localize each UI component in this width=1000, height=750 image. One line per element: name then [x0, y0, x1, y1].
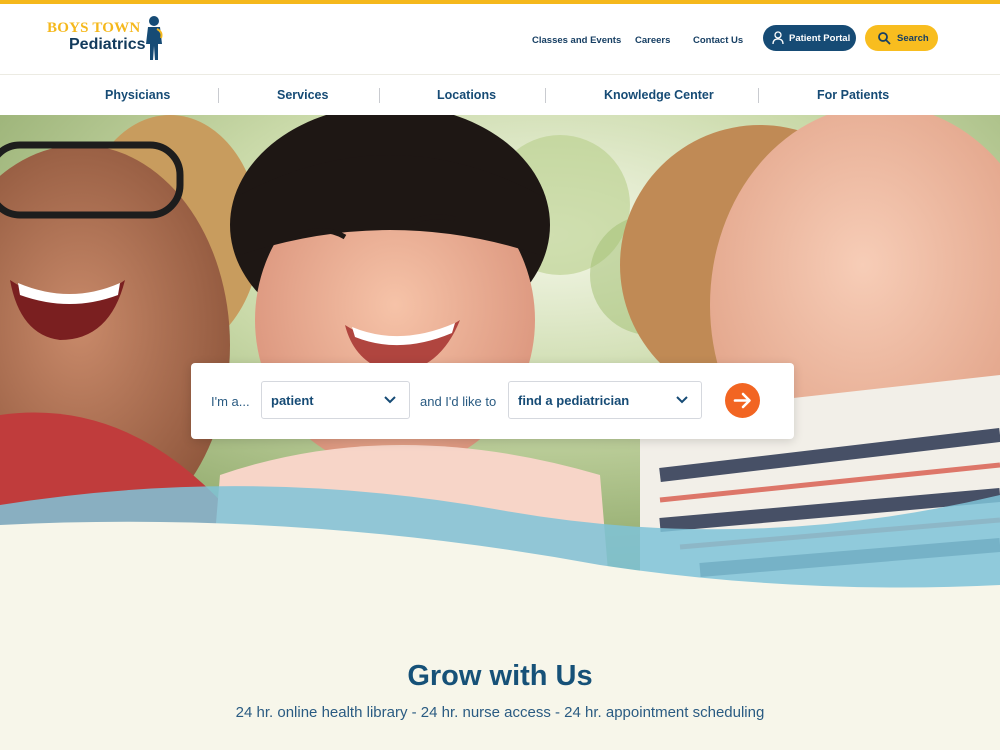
classes-and-events-link[interactable]: Classes and Events [532, 35, 621, 46]
user-icon [772, 31, 784, 45]
action-select-value: find a pediatrician [518, 393, 630, 408]
action-select[interactable]: find a pediatrician [508, 381, 702, 419]
logo-text-line1: BOYS TOWN [47, 20, 141, 36]
search-label: Search [897, 33, 929, 44]
nav-divider [379, 88, 380, 103]
site-header: BOYS TOWN Pediatrics Classes and Events … [0, 4, 1000, 74]
boys-town-pediatrics-logo[interactable]: BOYS TOWN Pediatrics [47, 14, 167, 66]
care-finder-bar: I'm a... patient and I'd like to find a … [191, 363, 794, 439]
boy-figure-icon [146, 16, 163, 60]
nav-item-physicians[interactable]: Physicians [105, 88, 170, 102]
nav-item-services[interactable]: Services [277, 88, 328, 102]
nav-item-knowledge-center[interactable]: Knowledge Center [604, 88, 714, 102]
nav-item-locations[interactable]: Locations [437, 88, 496, 102]
go-button[interactable] [725, 383, 760, 418]
role-select[interactable]: patient [261, 381, 410, 419]
arrow-right-icon [733, 392, 751, 409]
nav-divider [758, 88, 759, 103]
finder-middle-text: and I'd like to [420, 394, 497, 409]
nav-divider [218, 88, 219, 103]
nav-item-for-patients[interactable]: For Patients [817, 88, 889, 102]
patient-portal-label: Patient Portal [789, 33, 851, 44]
finder-prefix-text: I'm a... [211, 394, 250, 409]
search-icon [878, 32, 891, 45]
main-nav: Physicians Services Locations Knowledge … [0, 74, 1000, 115]
hero-children-photo [0, 115, 1000, 595]
logo-text-line2: Pediatrics [69, 36, 146, 53]
chevron-down-icon [676, 396, 688, 404]
patient-portal-button[interactable]: Patient Portal [763, 25, 856, 51]
hero-banner: I'm a... patient and I'd like to find a … [0, 115, 1000, 595]
nav-divider [545, 88, 546, 103]
chevron-down-icon [384, 396, 396, 404]
search-button[interactable]: Search [865, 25, 938, 51]
grow-with-us-heading: Grow with Us [407, 660, 593, 692]
grow-with-us-subtitle: 24 hr. online health library - 24 hr. nu… [235, 704, 765, 721]
role-select-value: patient [271, 393, 314, 408]
careers-link[interactable]: Careers [635, 35, 670, 46]
contact-us-link[interactable]: Contact Us [693, 35, 743, 46]
